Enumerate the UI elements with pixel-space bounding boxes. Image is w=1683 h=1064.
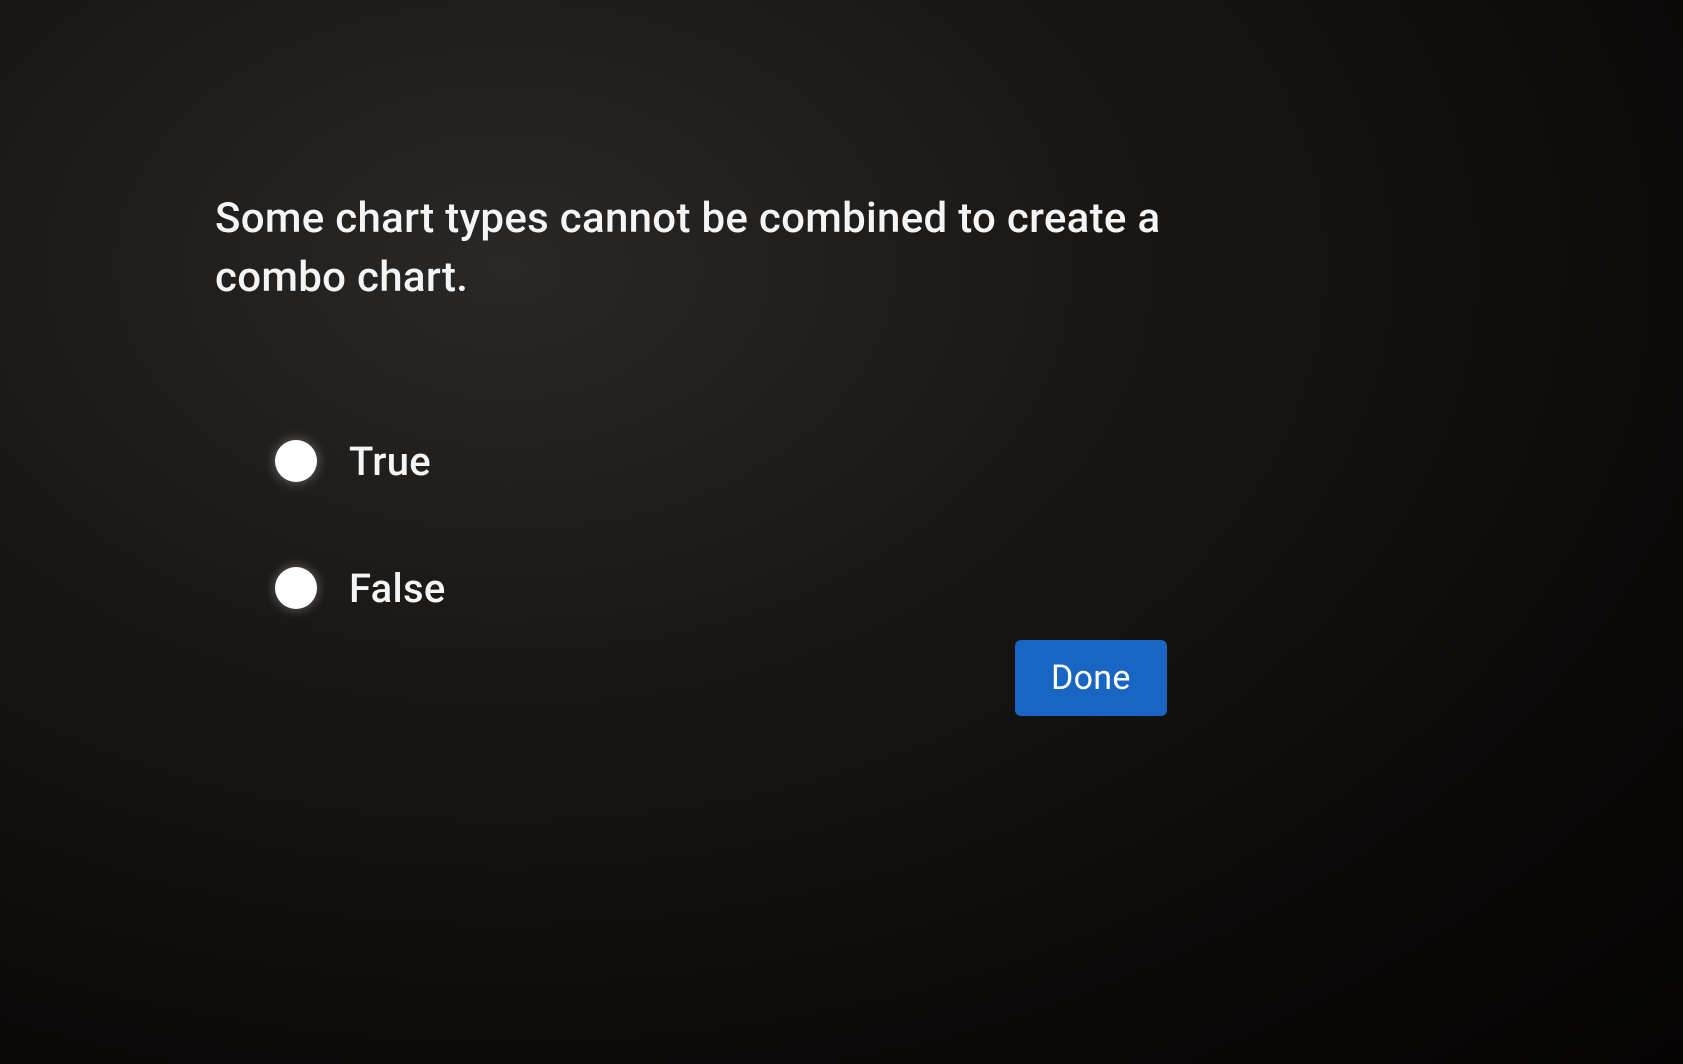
radio-icon xyxy=(275,567,317,609)
radio-icon xyxy=(275,440,317,482)
option-true[interactable]: True xyxy=(275,438,1215,485)
option-label-true: True xyxy=(349,438,431,485)
options-container: True False xyxy=(215,438,1215,612)
question-text: Some chart types cannot be combined to c… xyxy=(215,190,1215,308)
option-false[interactable]: False xyxy=(275,565,1215,612)
quiz-container: Some chart types cannot be combined to c… xyxy=(215,190,1215,692)
done-button[interactable]: Done xyxy=(1015,640,1167,716)
option-label-false: False xyxy=(349,565,446,612)
